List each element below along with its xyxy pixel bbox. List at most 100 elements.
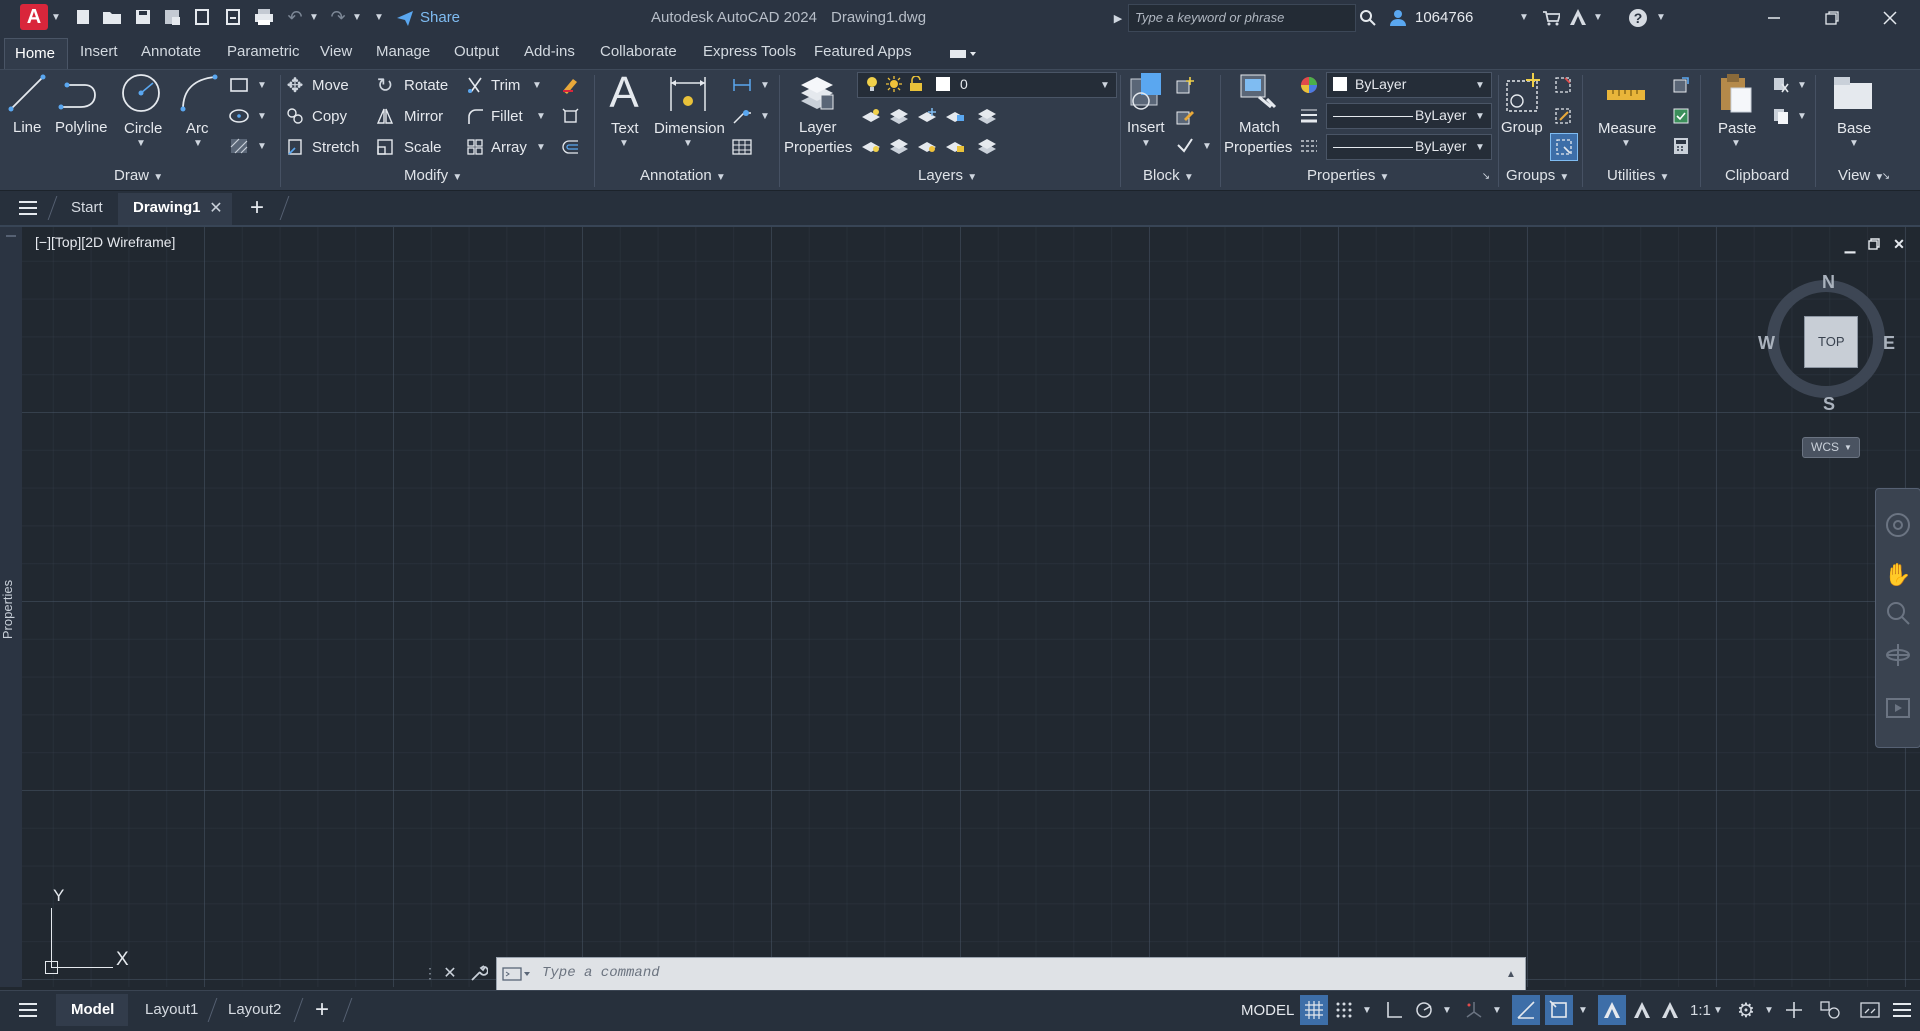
draw-panel-expand-icon[interactable]: ▼: [153, 172, 163, 183]
trim-icon[interactable]: [464, 74, 486, 96]
polyline-icon[interactable]: [56, 72, 102, 114]
mirror-icon[interactable]: [374, 105, 396, 127]
help-icon[interactable]: ?: [1627, 7, 1649, 29]
properties-palette-label[interactable]: Properties: [0, 580, 15, 639]
viewcube-north[interactable]: N: [1822, 272, 1835, 293]
isolate-objects-icon[interactable]: [1818, 998, 1842, 1022]
layer-properties-icon[interactable]: [794, 70, 838, 116]
ortho-mode-icon[interactable]: [1382, 998, 1406, 1022]
tab-parametric[interactable]: Parametric: [227, 43, 300, 60]
text-button-label[interactable]: Text: [611, 120, 639, 137]
steering-wheel-icon[interactable]: [1884, 511, 1912, 539]
lineweight-dropdown[interactable]: ByLayer ▼: [1326, 103, 1492, 129]
app-menu-dropdown-icon[interactable]: ▼: [50, 10, 62, 24]
quick-select-icon[interactable]: [1670, 74, 1692, 96]
open-from-web-icon[interactable]: [191, 6, 213, 28]
save-to-web-icon[interactable]: [222, 6, 244, 28]
fillet-dropdown-icon[interactable]: ▼: [536, 110, 546, 122]
command-input[interactable]: Type a command ▲: [496, 957, 1526, 991]
groups-panel-label[interactable]: Groups ▼: [1506, 167, 1569, 184]
search-icon[interactable]: [1357, 7, 1379, 29]
utilities-panel-expand-icon[interactable]: ▼: [1660, 172, 1670, 183]
group-edit-icon[interactable]: [1552, 105, 1574, 127]
tab-featured-apps[interactable]: Featured Apps: [814, 43, 912, 60]
command-expand-icon[interactable]: ▲: [1503, 966, 1519, 982]
minimize-window-icon[interactable]: [1760, 6, 1788, 30]
dimension-button-label[interactable]: Dimension: [654, 120, 725, 137]
layer-dropdown[interactable]: 0 ▼: [857, 72, 1117, 98]
copy-clip-icon[interactable]: [1770, 105, 1792, 127]
rectangle-icon[interactable]: [228, 75, 250, 95]
command-history-icon[interactable]: [501, 964, 531, 984]
grid-toggle-icon[interactable]: [1300, 995, 1328, 1025]
undo-dropdown-icon[interactable]: ▼: [309, 11, 319, 23]
array-icon[interactable]: [464, 136, 486, 158]
layer-make-current-icon[interactable]: [976, 105, 998, 127]
user-name[interactable]: 1064766: [1415, 9, 1473, 26]
viewport-close-icon[interactable]: ✕: [1891, 236, 1907, 252]
command-grip-icon[interactable]: ⋮: [423, 962, 437, 984]
select-all-icon[interactable]: [1670, 105, 1692, 127]
open-folder-icon[interactable]: [101, 6, 123, 28]
scale-button-label[interactable]: Scale: [404, 139, 442, 156]
modify-panel-expand-icon[interactable]: ▼: [452, 172, 462, 183]
tab-manage[interactable]: Manage: [376, 43, 430, 60]
tab-view[interactable]: View: [320, 43, 352, 60]
layer-isolate-icon[interactable]: [888, 105, 910, 127]
tab-collaborate[interactable]: Collaborate: [600, 43, 677, 60]
modify-panel-label[interactable]: Modify ▼: [404, 167, 462, 184]
viewcube-west[interactable]: W: [1758, 333, 1775, 354]
match-properties-label-1[interactable]: Match: [1239, 119, 1280, 136]
properties-panel-expand-icon[interactable]: ▼: [1380, 172, 1390, 183]
line-icon[interactable]: [6, 72, 48, 114]
tab-home[interactable]: Home: [4, 38, 68, 70]
move-icon[interactable]: ✥: [284, 74, 306, 97]
share-button[interactable]: Share: [420, 9, 460, 26]
layout-tab-layout2[interactable]: Layout2: [228, 1001, 281, 1018]
viewcube-south[interactable]: S: [1823, 394, 1835, 415]
command-close-icon[interactable]: ✕: [440, 962, 460, 984]
circle-dropdown-icon[interactable]: ▼: [136, 138, 146, 149]
trim-dropdown-icon[interactable]: ▼: [532, 79, 542, 91]
showmotion-icon[interactable]: [1884, 694, 1912, 722]
layer-walk-icon[interactable]: [976, 135, 998, 157]
tab-output[interactable]: Output: [454, 43, 499, 60]
ungroup-icon[interactable]: [1552, 74, 1574, 96]
linear-dimension-icon[interactable]: [730, 74, 754, 96]
layer-lock-icon[interactable]: [944, 105, 966, 127]
object-color-icon[interactable]: [1298, 74, 1320, 96]
groups-panel-expand-icon[interactable]: ▼: [1559, 172, 1569, 183]
new-file-icon[interactable]: [72, 6, 94, 28]
circle-button-label[interactable]: Circle: [124, 120, 162, 137]
hatch-icon[interactable]: [228, 136, 250, 156]
zoom-extents-icon[interactable]: [1884, 599, 1912, 627]
edit-block-icon[interactable]: [1174, 105, 1196, 127]
search-expand-icon[interactable]: ▶: [1113, 10, 1123, 26]
viewport-restore-icon[interactable]: [1866, 236, 1882, 252]
auto-scale-icon[interactable]: [1630, 998, 1654, 1022]
ellipse-dropdown-icon[interactable]: ▼: [257, 110, 267, 122]
navigation-bar[interactable]: ✋: [1875, 488, 1920, 748]
undo-icon[interactable]: ↶: [284, 6, 306, 28]
line-button-label[interactable]: Line: [13, 119, 41, 136]
account-dropdown-icon[interactable]: ▼: [1593, 11, 1603, 23]
group-icon[interactable]: [1502, 70, 1546, 116]
file-tab-drawing1[interactable]: Drawing1 ✕: [118, 193, 232, 225]
base-dropdown-icon[interactable]: ▼: [1849, 138, 1859, 149]
annotation-scale-dropdown-icon[interactable]: ▼: [1713, 1004, 1723, 1016]
new-layout-icon[interactable]: +: [310, 996, 334, 1023]
redo-dropdown-icon[interactable]: ▼: [352, 11, 362, 23]
properties-palette-strip[interactable]: Properties: [0, 227, 23, 987]
edit-attributes-icon[interactable]: [1174, 135, 1196, 157]
save-icon[interactable]: [132, 6, 154, 28]
save-as-icon[interactable]: [161, 6, 183, 28]
measure-icon[interactable]: [1604, 76, 1648, 112]
array-button-label[interactable]: Array: [491, 139, 527, 156]
stretch-button-label[interactable]: Stretch: [312, 139, 360, 156]
layer-freeze-icon[interactable]: [916, 105, 938, 127]
array-dropdown-icon[interactable]: ▼: [536, 141, 546, 153]
arc-button-label[interactable]: Arc: [186, 120, 209, 137]
polar-tracking-dropdown-icon[interactable]: ▼: [1442, 1004, 1452, 1016]
base-button-label[interactable]: Base: [1837, 120, 1871, 137]
layer-thaw-all-icon[interactable]: [916, 135, 938, 157]
